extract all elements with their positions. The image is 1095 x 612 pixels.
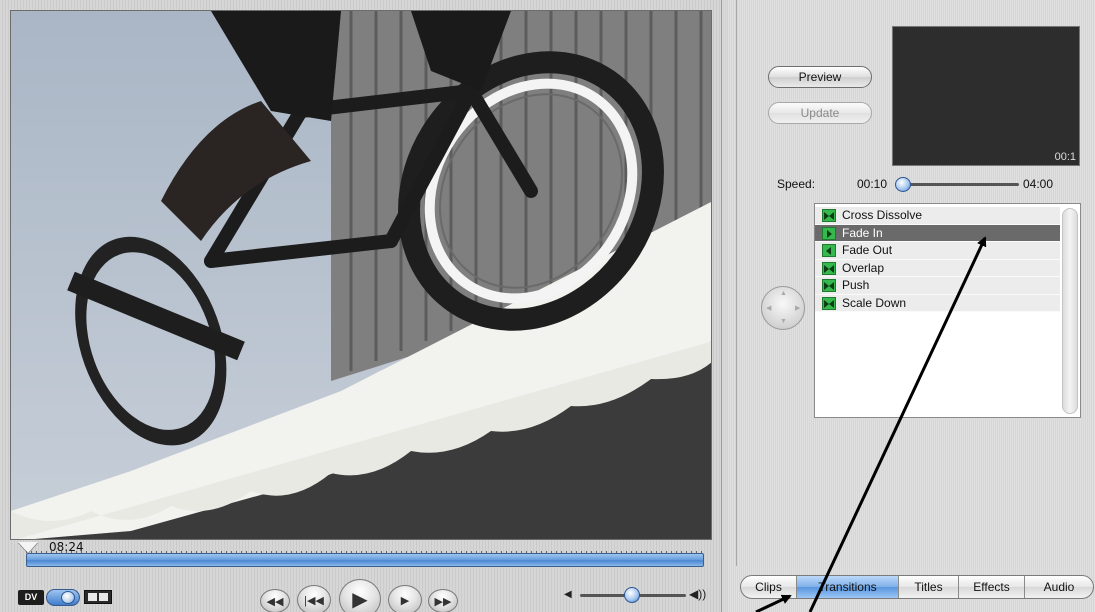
transition-label: Push <box>842 278 870 292</box>
transition-both-icon <box>822 296 836 310</box>
pane-tab-bar: Clips Transitions Titles Effects Audio <box>740 575 1094 599</box>
volume-low-icon: ◀ <box>564 589 572 600</box>
preview-time: 00:1 <box>1054 151 1076 163</box>
fast-forward-button[interactable]: ▶▶ <box>428 589 458 612</box>
direction-up-icon[interactable]: ▲ <box>780 290 787 297</box>
transition-item-push[interactable]: Push <box>815 277 1060 295</box>
direction-pad[interactable]: ▲ ▼ ◀ ▶ <box>761 286 805 330</box>
camera-edit-mode-toggle[interactable] <box>46 589 80 606</box>
clip-viewer-icon[interactable] <box>84 590 112 604</box>
transition-preview-screen: 00:1 <box>892 26 1080 166</box>
transitions-panel: Preview Update 00:1 Speed: 00:10 04:00 ▲… <box>728 0 1095 612</box>
play-icon: ▶ <box>352 588 368 611</box>
tab-effects[interactable]: Effects <box>959 576 1025 598</box>
scrubber-bar[interactable] <box>26 553 704 567</box>
volume-high-icon: ◀)) <box>689 587 707 601</box>
transition-label: Fade Out <box>842 243 893 257</box>
tab-titles[interactable]: Titles <box>899 576 959 598</box>
direction-right-icon[interactable]: ▶ <box>795 304 800 312</box>
preview-button[interactable]: Preview <box>768 66 872 88</box>
video-preview[interactable] <box>10 10 712 540</box>
play-full-screen-icon: ▶ <box>400 594 410 607</box>
speed-slider-track[interactable] <box>897 183 1019 186</box>
dv-camera-icon: DV <box>18 590 44 605</box>
transition-item-fade-in[interactable]: Fade In <box>815 224 1060 242</box>
transition-list-items: Cross Dissolve Fade In Fade Out Overlap … <box>815 207 1060 312</box>
transition-both-icon <box>822 261 836 275</box>
rewind-icon: ◀◀ <box>266 595 284 608</box>
tab-audio[interactable]: Audio <box>1025 576 1093 598</box>
transition-in-icon <box>822 226 836 240</box>
update-button[interactable]: Update <box>768 102 872 124</box>
transition-item-fade-out[interactable]: Fade Out <box>815 242 1060 260</box>
transitions-panel-content: Preview Update 00:1 Speed: 00:10 04:00 ▲… <box>736 0 1095 566</box>
tab-clips[interactable]: Clips <box>741 576 797 598</box>
transition-list: Cross Dissolve Fade In Fade Out Overlap … <box>814 203 1081 418</box>
speed-max-value: 04:00 <box>1023 177 1054 191</box>
speed-label: Speed: <box>777 177 816 191</box>
transition-item-overlap[interactable]: Overlap <box>815 259 1060 277</box>
play-full-screen-button[interactable]: ▶ <box>388 585 422 612</box>
speed-slider-knob[interactable] <box>895 177 911 192</box>
skip-to-start-icon: |◀◀ <box>304 594 324 607</box>
transition-label: Overlap <box>842 260 885 275</box>
toggle-knob[interactable] <box>61 591 75 604</box>
playback-controls: DV ◀◀ |◀◀ ▶ ▶ ▶▶ ◀ ◀)) <box>0 577 722 612</box>
speed-min-value: 00:10 <box>857 177 888 191</box>
transition-label: Fade In <box>842 225 883 240</box>
transition-item-cross-dissolve[interactable]: Cross Dissolve <box>815 207 1060 225</box>
transition-out-icon <box>822 244 836 257</box>
transition-item-scale-down[interactable]: Scale Down <box>815 294 1060 312</box>
volume-slider-knob[interactable] <box>624 587 640 603</box>
fast-forward-icon: ▶▶ <box>434 595 452 608</box>
transition-both-icon <box>822 279 836 292</box>
transition-label: Scale Down <box>842 295 907 310</box>
bmx-video-frame-image <box>11 11 711 539</box>
scrubber-bar-area: 08:24 <box>12 540 712 576</box>
direction-left-icon[interactable]: ◀ <box>766 304 771 312</box>
tab-transitions[interactable]: Transitions <box>797 576 899 598</box>
rewind-button[interactable]: ◀◀ <box>260 589 290 612</box>
play-button[interactable]: ▶ <box>339 579 381 612</box>
list-scrollbar[interactable] <box>1062 208 1078 414</box>
direction-down-icon[interactable]: ▼ <box>780 318 787 325</box>
transition-label: Cross Dissolve <box>842 208 923 222</box>
skip-to-start-button[interactable]: |◀◀ <box>297 585 331 612</box>
monitor-window: 08:24 DV ◀◀ |◀◀ ▶ ▶ ▶▶ ◀ ◀)) <box>0 0 722 612</box>
transition-both-icon <box>822 209 836 222</box>
